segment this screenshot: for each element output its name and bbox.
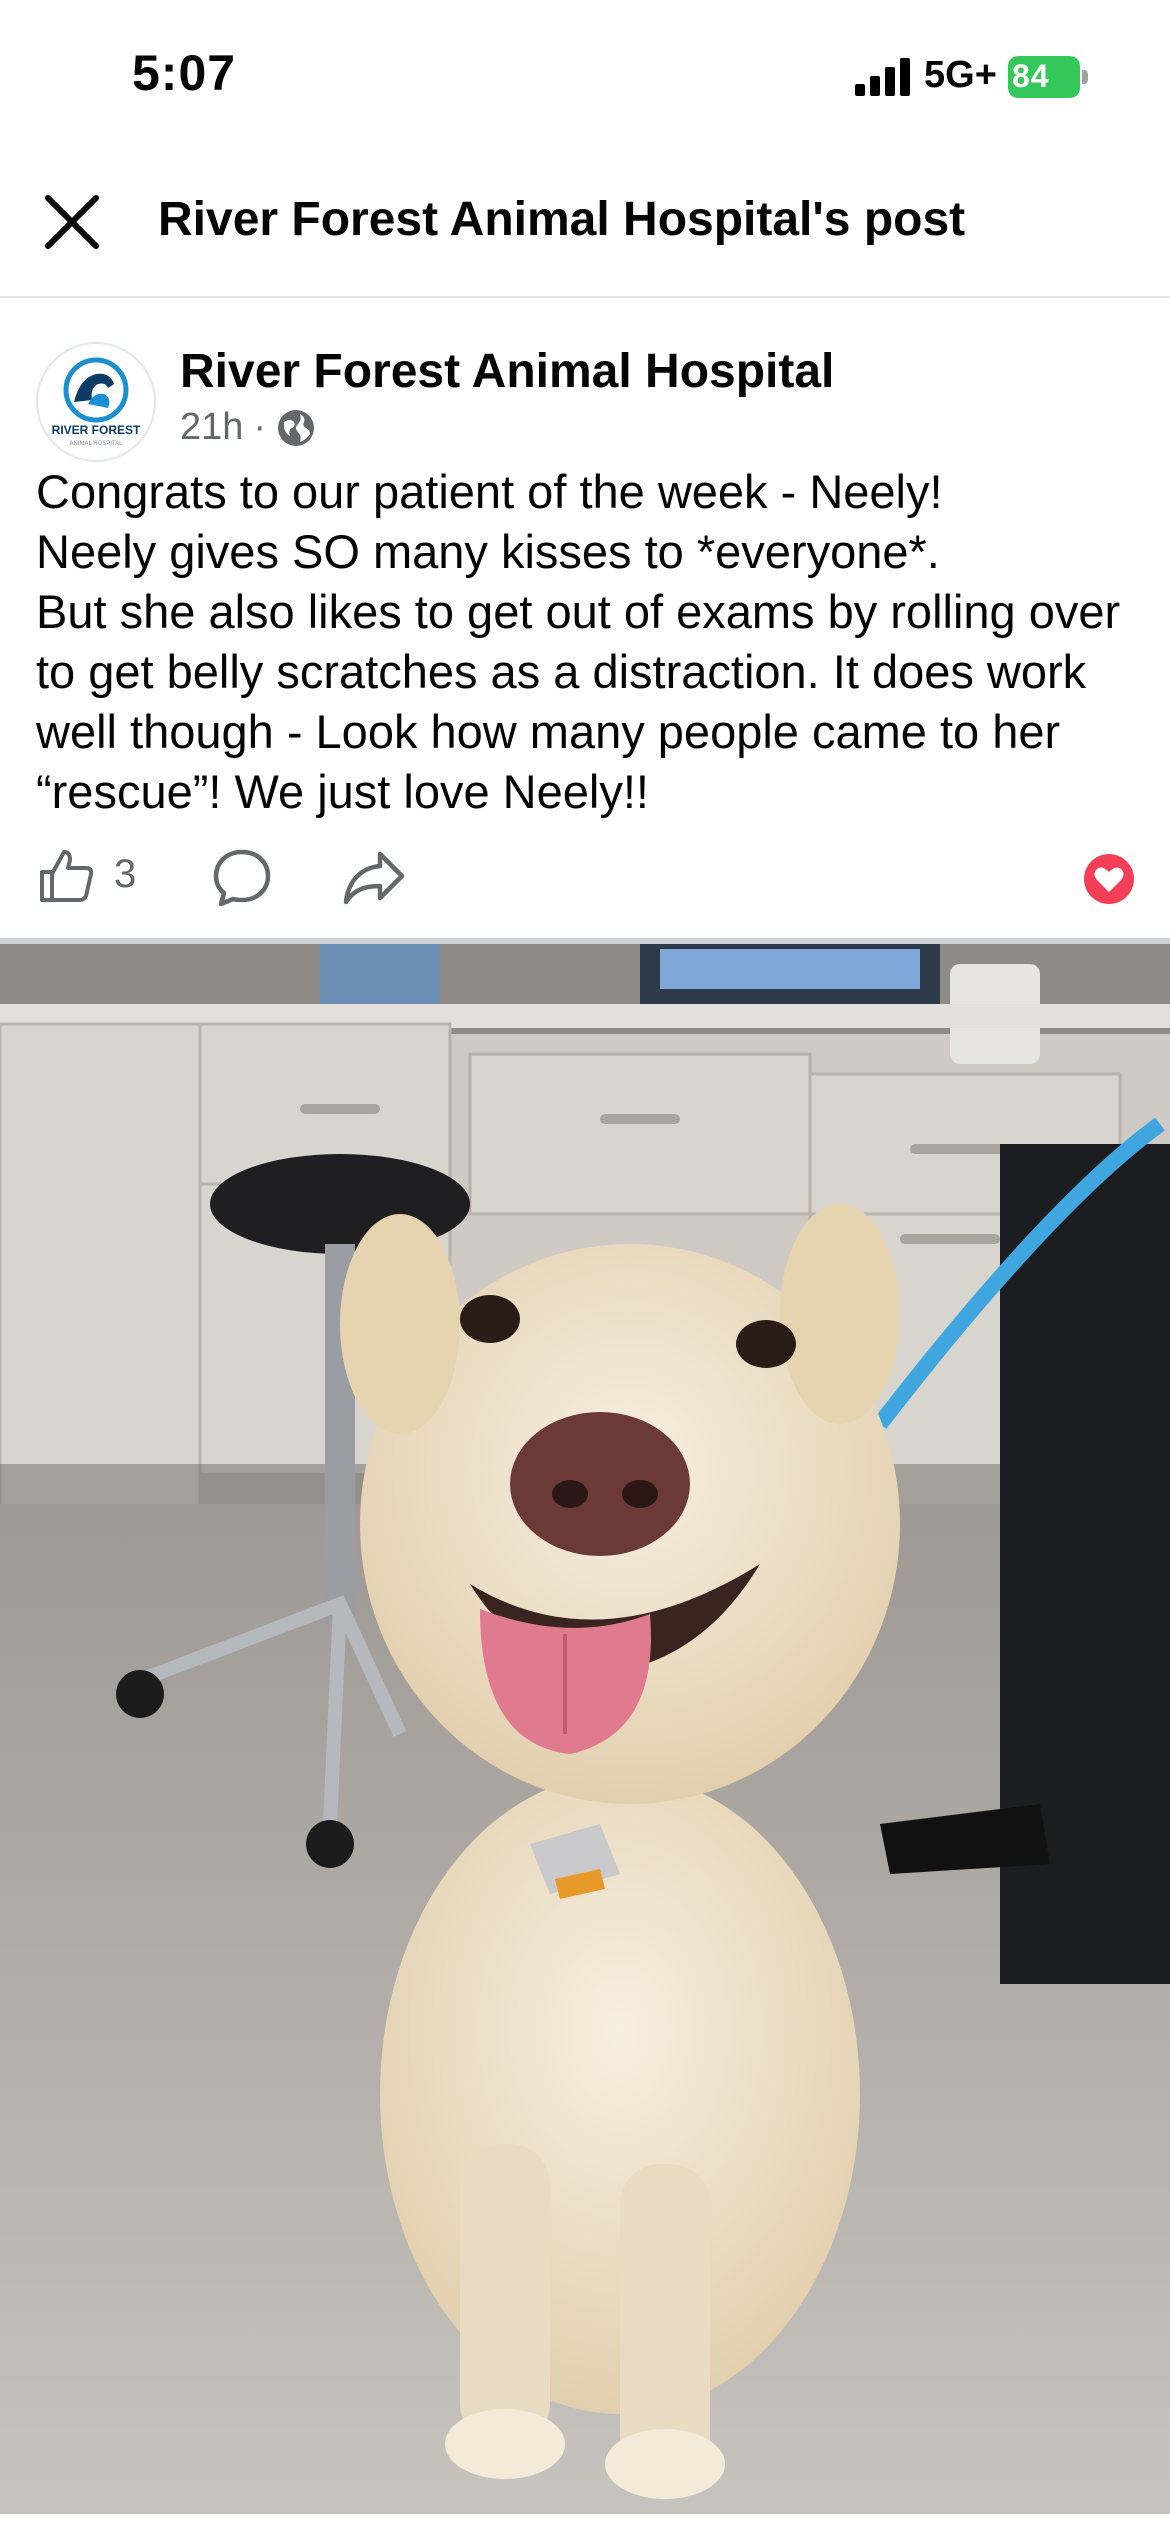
post-photo[interactable] xyxy=(0,944,1170,2514)
share-icon[interactable] xyxy=(342,846,406,910)
battery-icon: 84 xyxy=(1008,56,1088,98)
logo-subtext: ANIMAL HOSPITAL xyxy=(69,441,123,447)
meta-separator: · xyxy=(253,406,267,448)
comment-icon[interactable] xyxy=(210,846,274,910)
like-icon[interactable] xyxy=(36,846,96,906)
battery-level: 84 xyxy=(1012,58,1050,94)
like-count[interactable]: 3 xyxy=(114,852,136,897)
globe-icon xyxy=(278,409,315,446)
network-type: 5G+ xyxy=(924,54,997,96)
status-time: 5:07 xyxy=(132,45,237,101)
post-author: RIVER FOREST ANIMAL HOSPITAL River Fores… xyxy=(0,298,1170,468)
author-name[interactable]: River Forest Animal Hospital xyxy=(180,344,834,399)
love-reaction-icon[interactable] xyxy=(1084,854,1134,904)
page-title: River Forest Animal Hospital's post xyxy=(158,193,966,246)
post-header-bar: River Forest Animal Hospital's post xyxy=(0,150,1170,298)
post-body: Congrats to our patient of the week - Ne… xyxy=(36,465,1121,818)
avatar[interactable]: RIVER FOREST ANIMAL HOSPITAL xyxy=(36,342,156,462)
post-time[interactable]: 21h xyxy=(180,406,243,449)
hospital-logo-icon: RIVER FOREST ANIMAL HOSPITAL xyxy=(52,357,141,447)
status-bar: 5:07 5G+ 84 xyxy=(0,0,1170,150)
logo-text: RIVER FOREST xyxy=(52,423,141,437)
post-meta: 21h · xyxy=(180,406,316,449)
dog-photo-image xyxy=(0,944,1170,2514)
signal-icon xyxy=(855,58,910,96)
close-icon[interactable] xyxy=(40,190,104,254)
